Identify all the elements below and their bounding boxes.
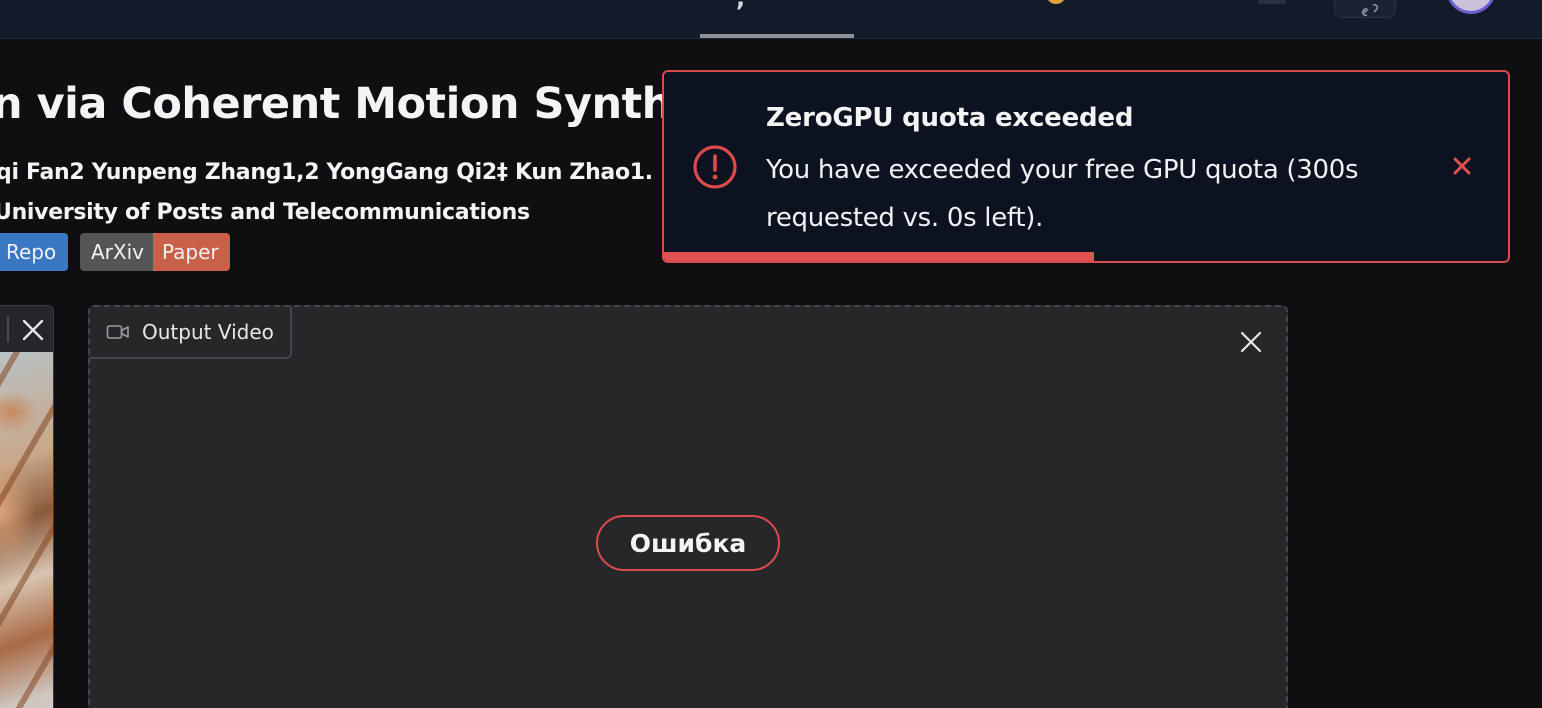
nav-tab-app[interactable]: , bbox=[736, 0, 745, 10]
toast-timer-track bbox=[664, 252, 1508, 261]
input-image-texture bbox=[0, 352, 53, 708]
error-status-pill[interactable]: Ошибка bbox=[596, 515, 780, 571]
nav-count-badge bbox=[1258, 0, 1286, 4]
error-circle-icon bbox=[693, 145, 737, 189]
nav-active-tab-indicator bbox=[700, 34, 854, 38]
output-video-panel: Output Video Ошибка bbox=[88, 305, 1288, 708]
toolbar-divider bbox=[7, 316, 9, 342]
page-title: n via Coherent Motion Synthes bbox=[0, 79, 726, 129]
page: , n via Coherent Motion Synthes qi Fan2 … bbox=[0, 0, 1542, 708]
close-icon[interactable] bbox=[1236, 327, 1266, 357]
close-icon[interactable] bbox=[19, 316, 47, 344]
affiliation-line: University of Posts and Telecommunicatio… bbox=[0, 200, 530, 225]
arxiv-paper-badge-link[interactable]: ArXiv Paper bbox=[80, 233, 230, 271]
arxiv-badge-right: Paper bbox=[153, 233, 230, 271]
toast-title: ZeroGPU quota exceeded bbox=[766, 103, 1134, 133]
coin-icon bbox=[1046, 0, 1066, 4]
repo-badge-link[interactable]: Repo bbox=[0, 233, 69, 271]
authors-line: qi Fan2 Yunpeng Zhang1,2 YongGang Qi2‡ K… bbox=[0, 160, 682, 185]
nav-link-button[interactable] bbox=[1334, 0, 1396, 18]
error-toast: ZeroGPU quota exceeded You have exceeded… bbox=[662, 70, 1510, 263]
output-video-label: Output Video bbox=[90, 307, 292, 359]
video-camera-icon bbox=[106, 325, 129, 339]
top-nav: , bbox=[0, 0, 1542, 39]
repo-badge-label: Repo bbox=[0, 233, 69, 271]
input-image-panel bbox=[0, 305, 54, 708]
close-icon[interactable] bbox=[1450, 154, 1474, 178]
toast-timer-bar bbox=[664, 252, 1095, 261]
output-video-label-text: Output Video bbox=[142, 320, 274, 344]
toast-message: You have exceeded your free GPU quota (3… bbox=[766, 155, 1359, 233]
link-icon bbox=[1361, 3, 1379, 17]
arxiv-badge-left: ArXiv bbox=[80, 233, 153, 271]
avatar[interactable] bbox=[1446, 0, 1496, 14]
